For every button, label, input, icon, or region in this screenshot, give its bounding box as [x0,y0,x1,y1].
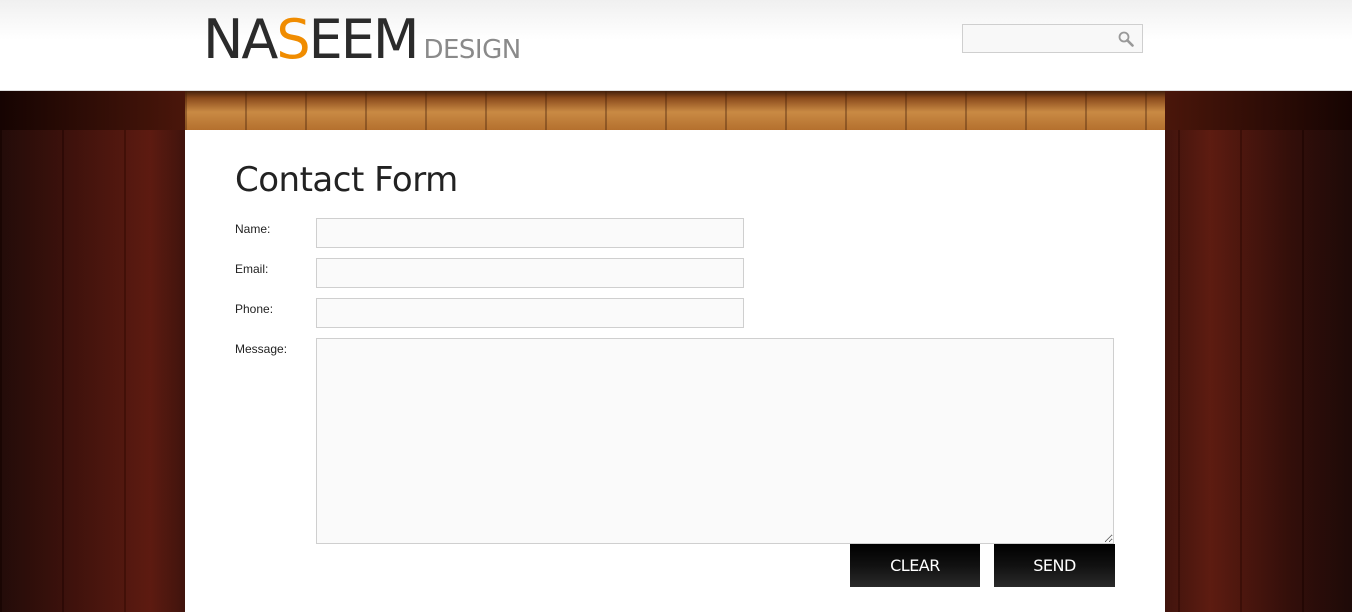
site-logo[interactable]: NASEEM DESIGN [203,10,521,70]
message-field[interactable] [316,338,1114,544]
page-title: Contact Form [235,160,458,200]
name-field[interactable] [316,218,744,248]
clear-button[interactable]: CLEAR [850,544,980,587]
search-icon[interactable] [1118,31,1134,47]
background-shadow-right [1165,90,1352,130]
search-input[interactable] [963,25,1125,52]
search-box [962,24,1143,53]
send-button[interactable]: SEND [994,544,1115,587]
wood-spotlight-strip [185,90,1165,130]
logo-subtitle: DESIGN [423,35,521,65]
background-shadow-left [0,90,185,130]
message-label: Message: [235,342,288,356]
content-panel: Contact Form Name: Email: Phone: Message… [185,130,1165,612]
email-field[interactable] [316,258,744,288]
phone-label: Phone: [235,302,274,316]
logo-wordmark: NASEEM [203,8,419,71]
site-header: NASEEM DESIGN [0,0,1352,91]
email-label: Email: [235,262,269,276]
name-label: Name: [235,222,271,236]
phone-field[interactable] [316,298,744,328]
